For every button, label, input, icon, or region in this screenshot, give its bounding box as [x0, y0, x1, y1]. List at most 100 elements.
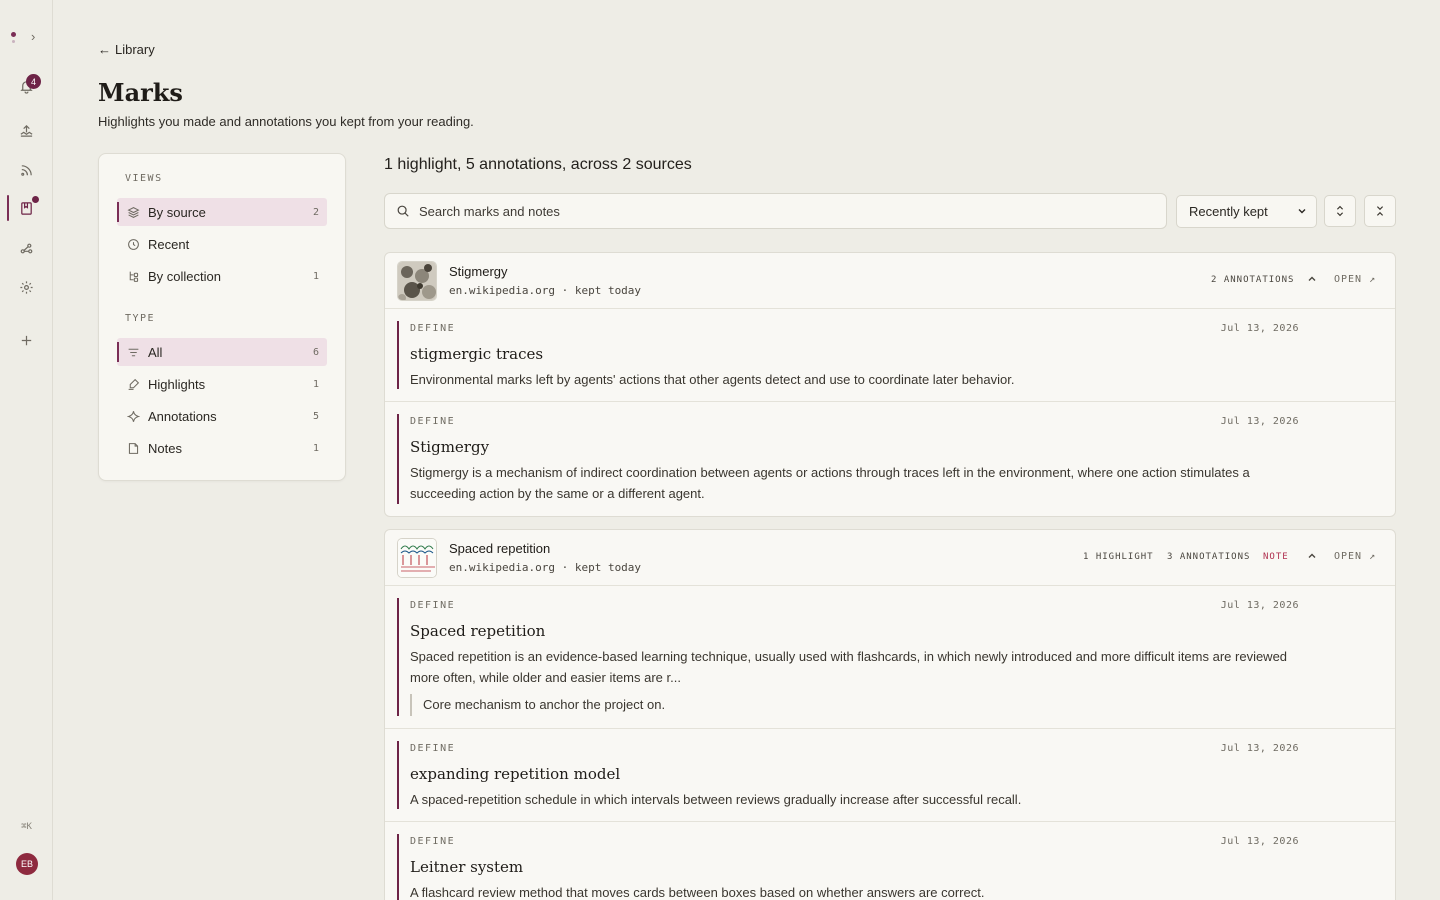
note-chip: NOTE — [1263, 552, 1289, 562]
entry-accent-bar — [397, 741, 399, 809]
back-label: Library — [115, 42, 155, 57]
entry-term: expanding repetition model — [410, 765, 621, 783]
type-count: 5 — [312, 410, 319, 422]
sort-select[interactable]: Recently kept — [1176, 195, 1317, 228]
page-title: Marks — [98, 78, 183, 107]
annotation-count-chip: 2 ANNOTATIONS — [1211, 275, 1295, 285]
settings-button[interactable] — [0, 273, 53, 301]
collapse-all-button[interactable] — [1364, 195, 1396, 227]
entry-accent-bar — [397, 834, 399, 900]
marks-button[interactable] — [0, 194, 53, 222]
filter-panel: VIEWS By source 2 Recent By collection 1… — [98, 153, 346, 481]
logo-icon[interactable] — [11, 32, 16, 37]
type-all[interactable]: All 6 — [117, 338, 327, 366]
type-annotations[interactable]: Annotations 5 — [117, 402, 327, 430]
view-count: 2 — [312, 206, 319, 218]
import-button[interactable] — [0, 116, 53, 144]
entry-date: Jul 13, 2026 — [1220, 600, 1299, 611]
type-label: Annotations — [148, 408, 217, 424]
layers-icon — [126, 205, 140, 219]
mark-entry[interactable]: DEFINE Jul 13, 2026 expanding repetition… — [385, 729, 1395, 822]
entry-date: Jul 13, 2026 — [1220, 416, 1299, 427]
type-highlights[interactable]: Highlights 1 — [117, 370, 327, 398]
entry-kind: DEFINE — [410, 416, 456, 427]
view-label: By collection — [148, 268, 221, 284]
view-label: By source — [148, 204, 206, 220]
search-icon — [397, 205, 409, 217]
plus-icon — [21, 335, 32, 345]
entry-date: Jul 13, 2026 — [1220, 836, 1299, 847]
search-input[interactable] — [419, 203, 1119, 219]
source-header[interactable]: Spaced repetition en.wikipedia.org · kep… — [385, 530, 1395, 586]
avatar[interactable]: EB — [16, 853, 38, 875]
entry-definition: A spaced-repetition schedule in which in… — [410, 792, 1022, 807]
entry-accent-bar — [397, 321, 399, 389]
gear-icon — [20, 280, 33, 294]
results-summary: 1 highlight, 5 annotations, across 2 sou… — [384, 156, 692, 173]
clock-icon — [126, 237, 140, 251]
unread-dot — [32, 196, 39, 203]
view-recent[interactable]: Recent — [117, 230, 327, 258]
source-thumbnail — [397, 261, 437, 301]
type-label: All — [148, 344, 163, 360]
views-section-label: VIEWS — [125, 173, 163, 184]
source-card: Spaced repetition en.wikipedia.org · kep… — [384, 529, 1396, 900]
entry-note: Core mechanism to anchor the project on. — [410, 694, 665, 716]
filter-icon — [126, 345, 140, 359]
chevron-up-icon[interactable] — [1306, 273, 1318, 285]
chevron-right-icon[interactable]: › — [31, 29, 35, 44]
mark-entry[interactable]: DEFINE Jul 13, 2026 Spaced repetition Sp… — [385, 586, 1395, 729]
entry-definition: A flashcard review method that moves car… — [410, 885, 985, 900]
back-to-library-link[interactable]: ← Library — [98, 42, 155, 57]
source-card: Stigmergy en.wikipedia.org · kept today … — [384, 252, 1396, 517]
entry-kind: DEFINE — [410, 600, 456, 611]
source-thumbnail — [397, 538, 437, 578]
source-title[interactable]: Stigmergy — [449, 264, 508, 279]
view-by-source[interactable]: By source 2 — [117, 198, 327, 226]
note-icon — [126, 441, 140, 455]
command-shortcut-hint[interactable]: ⌘K — [0, 822, 53, 832]
entry-definition: Environmental marks left by agents' acti… — [410, 372, 1015, 387]
highlighter-icon — [126, 377, 140, 391]
chevron-up-icon[interactable] — [1306, 550, 1318, 562]
highlight-count-chip: 1 HIGHLIGHT — [1083, 552, 1154, 562]
graph-icon — [20, 243, 33, 253]
entry-term: Spaced repetition — [410, 622, 546, 640]
rss-icon — [21, 164, 32, 176]
feeds-button[interactable] — [0, 156, 53, 184]
entry-definition: Stigmergy is a mechanism of indirect coo… — [410, 465, 1250, 501]
type-label: Highlights — [148, 376, 206, 392]
type-section-label: TYPE — [125, 313, 156, 324]
view-by-collection[interactable]: By collection 1 — [117, 262, 327, 290]
source-header[interactable]: Stigmergy en.wikipedia.org · kept today … — [385, 253, 1395, 309]
graph-button[interactable] — [0, 234, 53, 262]
expand-all-button[interactable] — [1324, 195, 1356, 227]
mark-entry[interactable]: DEFINE Jul 13, 2026 stigmergic traces En… — [385, 309, 1395, 402]
entry-kind: DEFINE — [410, 743, 456, 754]
entry-term: Stigmergy — [410, 438, 490, 456]
search-box[interactable] — [384, 193, 1167, 229]
mark-entry[interactable]: DEFINE Jul 13, 2026 Leitner system A fla… — [385, 822, 1395, 900]
view-count: 1 — [312, 270, 319, 282]
page-subtitle: Highlights you made and annotations you … — [98, 114, 474, 129]
source-meta: en.wikipedia.org · kept today — [449, 284, 642, 297]
collapse-icon — [1376, 206, 1384, 216]
source-title[interactable]: Spaced repetition — [449, 541, 550, 556]
entry-accent-bar — [397, 598, 399, 716]
add-button[interactable] — [0, 326, 53, 354]
open-source-link[interactable]: OPEN ↗ — [1334, 274, 1376, 285]
entry-kind: DEFINE — [410, 836, 456, 847]
app-rail: › 4 ⌘K EB — [0, 0, 53, 900]
entry-date: Jul 13, 2026 — [1220, 323, 1299, 334]
entry-term: Leitner system — [410, 858, 524, 876]
mark-entry[interactable]: DEFINE Jul 13, 2026 Stigmergy Stigmergy … — [385, 402, 1395, 516]
type-label: Notes — [148, 440, 182, 456]
logo-icon-secondary — [12, 40, 15, 43]
upload-icon — [20, 124, 33, 137]
type-count: 6 — [312, 346, 319, 358]
bookmark-book-icon — [21, 201, 32, 215]
type-notes[interactable]: Notes 1 — [117, 434, 327, 462]
type-count: 1 — [312, 442, 319, 454]
sort-value: Recently kept — [1189, 204, 1268, 219]
open-source-link[interactable]: OPEN ↗ — [1334, 551, 1376, 562]
